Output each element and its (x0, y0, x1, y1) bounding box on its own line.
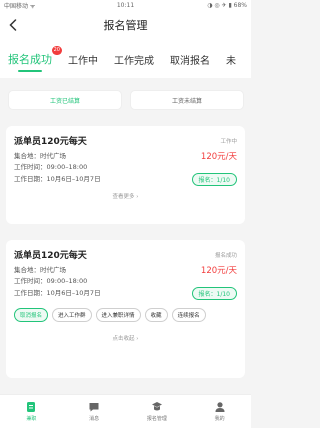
status-time: 10:11 (116, 1, 135, 9)
status-icons: ◑ ◎ ✈ ▮ 68% (207, 1, 247, 9)
join-work-group-button[interactable]: 进入工作群 (52, 308, 92, 322)
settled-filter-button[interactable]: 工资已结算 (8, 90, 122, 110)
tabbar-item-job[interactable]: 兼职 (0, 395, 63, 428)
tabbar-label: 消息 (89, 416, 100, 422)
tabbar-item-signup-management[interactable]: 报名管理 (126, 395, 189, 428)
status-tabs: 报名成功 20 工作中 工作完成 取消报名 未 (0, 40, 251, 78)
signup-management-icon (151, 402, 162, 411)
continue-signup-button[interactable]: 连续报名 (171, 308, 206, 322)
job-date: 工作日期：10月6日–10月7日 (14, 289, 101, 297)
tab-work-completed[interactable]: 工作完成 (114, 40, 154, 78)
tabbar-label: 我的 (214, 416, 225, 422)
tab-working[interactable]: 工作中 (68, 40, 98, 78)
card-actions: 取消报名 进入工作群 进入兼职详情 收藏 连续报名 (14, 308, 237, 322)
tab-more[interactable]: 未 (226, 40, 236, 78)
page-title: 报名管理 (103, 19, 148, 32)
report-count-badge: 报名：1/10 (191, 287, 237, 300)
job-price: 120元/天 (200, 152, 237, 162)
tabbar-label: 兼职 (26, 416, 37, 422)
carrier-text: 中国移动 ᯤ (4, 2, 36, 10)
count-badge: 20 (51, 46, 62, 55)
tab-label: 报名成功 (8, 53, 52, 66)
tab-label: 工作完成 (114, 55, 154, 67)
nav-bar: 报名管理 (0, 10, 251, 40)
job-time: 工作时间：09:00–18:00 (14, 163, 88, 171)
job-location: 集合地：时代广场 (14, 265, 66, 274)
tab-label: 未 (226, 55, 236, 67)
cancel-signup-button[interactable]: 取消报名 (14, 308, 49, 322)
message-icon (89, 403, 99, 412)
settlement-filter: 工资已结算 工资未结算 (8, 90, 244, 110)
job-status: 报名成功 (214, 252, 237, 259)
tabbar-label: 报名管理 (146, 416, 167, 422)
job-card[interactable]: 派单员120元每天 报名成功 集合地：时代广场 120元/天 工作时间：09:0… (6, 240, 245, 378)
job-price: 120元/天 (200, 266, 237, 276)
report-count-badge: 报名：1/10 (191, 173, 237, 186)
job-title: 派单员120元每天 (14, 251, 87, 261)
tabbar-item-messages[interactable]: 消息 (63, 395, 126, 428)
job-status: 工作中 (220, 138, 237, 145)
job-card[interactable]: 派单员120元每天 工作中 集合地：时代广场 120元/天 工作时间：09:00… (6, 126, 245, 224)
back-icon[interactable] (4, 16, 22, 34)
bottom-tab-bar: 兼职 消息 报名管理 我的 (0, 394, 251, 428)
favorite-button[interactable]: 收藏 (144, 308, 168, 322)
job-details-button[interactable]: 进入兼职详情 (95, 308, 141, 322)
job-icon (27, 402, 36, 412)
job-time: 工作时间：09:00–18:00 (14, 277, 88, 285)
unsettled-filter-button[interactable]: 工资未结算 (130, 90, 244, 110)
job-date: 工作日期：10月6日–10月7日 (14, 175, 101, 183)
job-title: 派单员120元每天 (14, 137, 87, 147)
profile-icon (215, 402, 225, 412)
collapse-link[interactable]: 点击收起 › (14, 334, 237, 342)
show-more-link[interactable]: 查看更多 › (14, 192, 237, 200)
job-location: 集合地：时代广场 (14, 151, 66, 160)
tab-signup-success[interactable]: 报名成功 20 (8, 40, 62, 78)
tab-label: 取消报名 (170, 55, 210, 67)
tab-cancelled[interactable]: 取消报名 (170, 40, 210, 78)
status-bar: 中国移动 ᯤ 10:11 ◑ ◎ ✈ ▮ 68% (0, 0, 251, 10)
tabbar-item-profile[interactable]: 我的 (188, 395, 251, 428)
tab-label: 工作中 (68, 55, 98, 67)
